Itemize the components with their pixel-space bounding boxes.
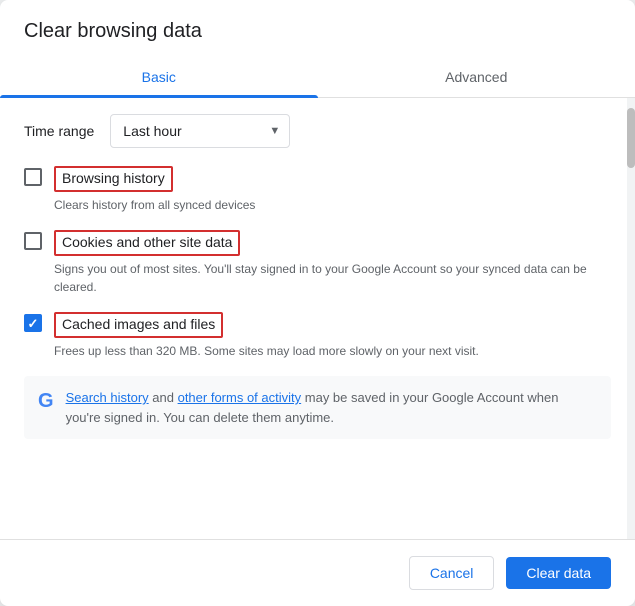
info-banner-text: Search history and other forms of activi… — [66, 388, 597, 427]
item-label-cached: Cached images and files — [62, 316, 215, 332]
item-label-browsing-history: Browsing history — [62, 170, 165, 186]
info-text-and: and — [152, 390, 177, 405]
item-desc-browsing-history: Clears history from all synced devices — [54, 196, 611, 214]
clear-browsing-data-dialog: Clear browsing data Basic Advanced Time … — [0, 0, 635, 606]
checkbox-cached[interactable] — [24, 314, 42, 332]
time-range-label: Time range — [24, 123, 94, 139]
item-row-browsing-history: Browsing history Clears history from all… — [24, 166, 611, 214]
content-area: Time range Last hour Last 24 hours Last … — [0, 98, 635, 539]
scrollbar-thumb — [627, 108, 635, 168]
time-range-row: Time range Last hour Last 24 hours Last … — [24, 114, 611, 148]
dialog-footer: Cancel Clear data — [0, 539, 635, 606]
item-desc-cookies: Signs you out of most sites. You'll stay… — [54, 260, 611, 296]
item-content-cookies: Cookies and other site data Signs you ou… — [54, 230, 611, 296]
cancel-button[interactable]: Cancel — [409, 556, 495, 590]
item-desc-cached: Frees up less than 320 MB. Some sites ma… — [54, 342, 611, 360]
search-history-link[interactable]: Search history — [66, 390, 149, 405]
scrollbar-track[interactable] — [627, 98, 635, 539]
item-row-cached: Cached images and files Frees up less th… — [24, 312, 611, 360]
item-row-cookies: Cookies and other site data Signs you ou… — [24, 230, 611, 296]
tab-advanced[interactable]: Advanced — [318, 55, 635, 97]
info-banner: G Search history and other forms of acti… — [24, 376, 611, 439]
google-icon: G — [38, 390, 54, 413]
other-activity-link[interactable]: other forms of activity — [178, 390, 302, 405]
time-range-select[interactable]: Last hour Last 24 hours Last 7 days Last… — [110, 114, 290, 148]
tabs-bar: Basic Advanced — [0, 55, 635, 98]
checkbox-browsing-history[interactable] — [24, 168, 42, 186]
item-content-cached: Cached images and files Frees up less th… — [54, 312, 611, 360]
tab-basic[interactable]: Basic — [0, 55, 318, 97]
dialog-title: Clear browsing data — [0, 0, 635, 55]
item-content-browsing-history: Browsing history Clears history from all… — [54, 166, 611, 214]
checkbox-cookies[interactable] — [24, 232, 42, 250]
clear-data-button[interactable]: Clear data — [506, 557, 611, 589]
time-range-select-wrapper: Last hour Last 24 hours Last 7 days Last… — [110, 114, 290, 148]
item-label-cookies: Cookies and other site data — [62, 234, 232, 250]
